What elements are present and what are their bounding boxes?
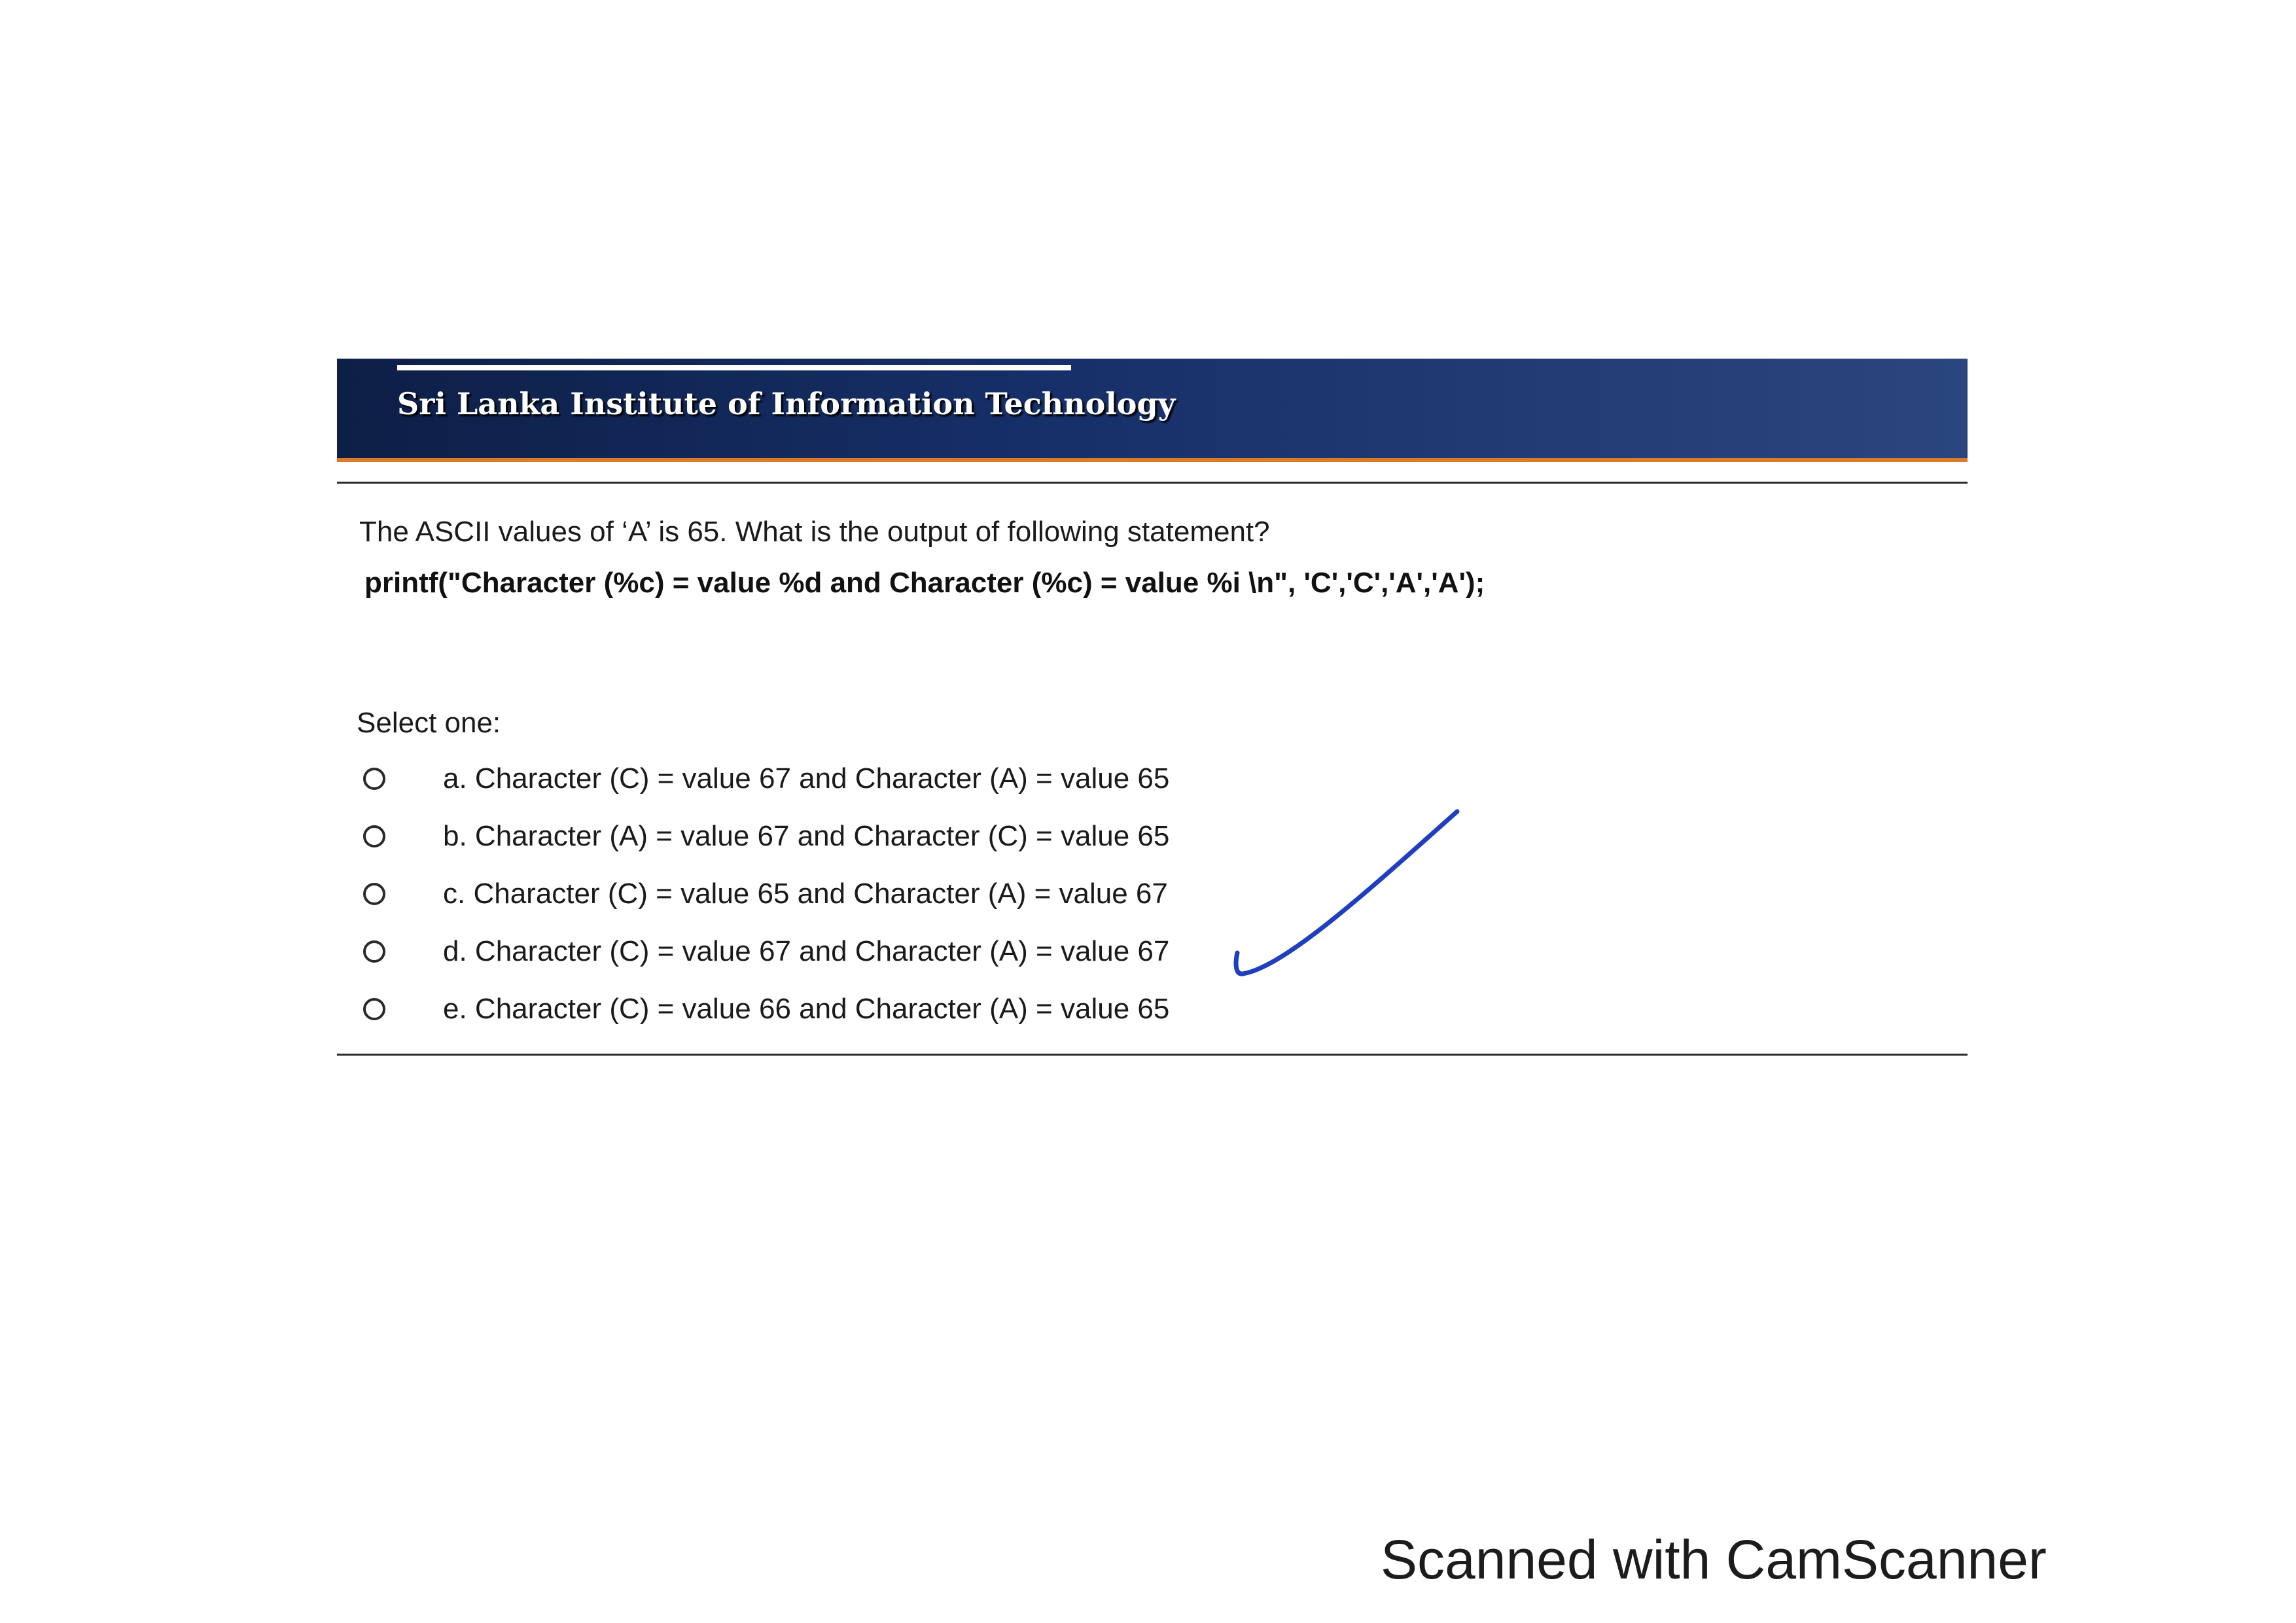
radio-button-a[interactable] [363, 768, 385, 790]
answer-option-label: e. Character (C) = value 66 and Characte… [443, 993, 1170, 1025]
radio-button-b[interactable] [363, 825, 385, 847]
answer-option-a[interactable]: a. Character (C) = value 67 and Characte… [363, 750, 1541, 808]
radio-button-d[interactable] [363, 940, 385, 963]
handwritten-checkmark-icon [1233, 809, 1460, 976]
select-one-label: Select one: [357, 707, 501, 739]
scanned-page: Sri Lanka Institute of Information Techn… [0, 0, 2296, 1623]
institution-banner: Sri Lanka Institute of Information Techn… [337, 359, 1968, 462]
top-divider [337, 482, 1968, 484]
answer-option-label: b. Character (A) = value 67 and Characte… [443, 820, 1170, 852]
radio-button-e[interactable] [363, 998, 385, 1020]
quiz-question-panel: Sri Lanka Institute of Information Techn… [337, 359, 1968, 1056]
banner-divider-line [397, 365, 1071, 370]
question-text: The ASCII values of ‘A’ is 65. What is t… [359, 516, 1270, 548]
question-code: printf("Character (%c) = value %d and Ch… [364, 567, 1485, 599]
bottom-divider [337, 1054, 1968, 1056]
answer-option-label: a. Character (C) = value 67 and Characte… [443, 762, 1170, 794]
banner-title: Sri Lanka Institute of Information Techn… [397, 386, 1176, 421]
answer-option-label: d. Character (C) = value 67 and Characte… [443, 935, 1170, 967]
camscanner-watermark: Scanned with CamScanner [1381, 1529, 2047, 1590]
answer-option-label: c. Character (C) = value 65 and Characte… [443, 878, 1168, 910]
radio-button-c[interactable] [363, 883, 385, 905]
